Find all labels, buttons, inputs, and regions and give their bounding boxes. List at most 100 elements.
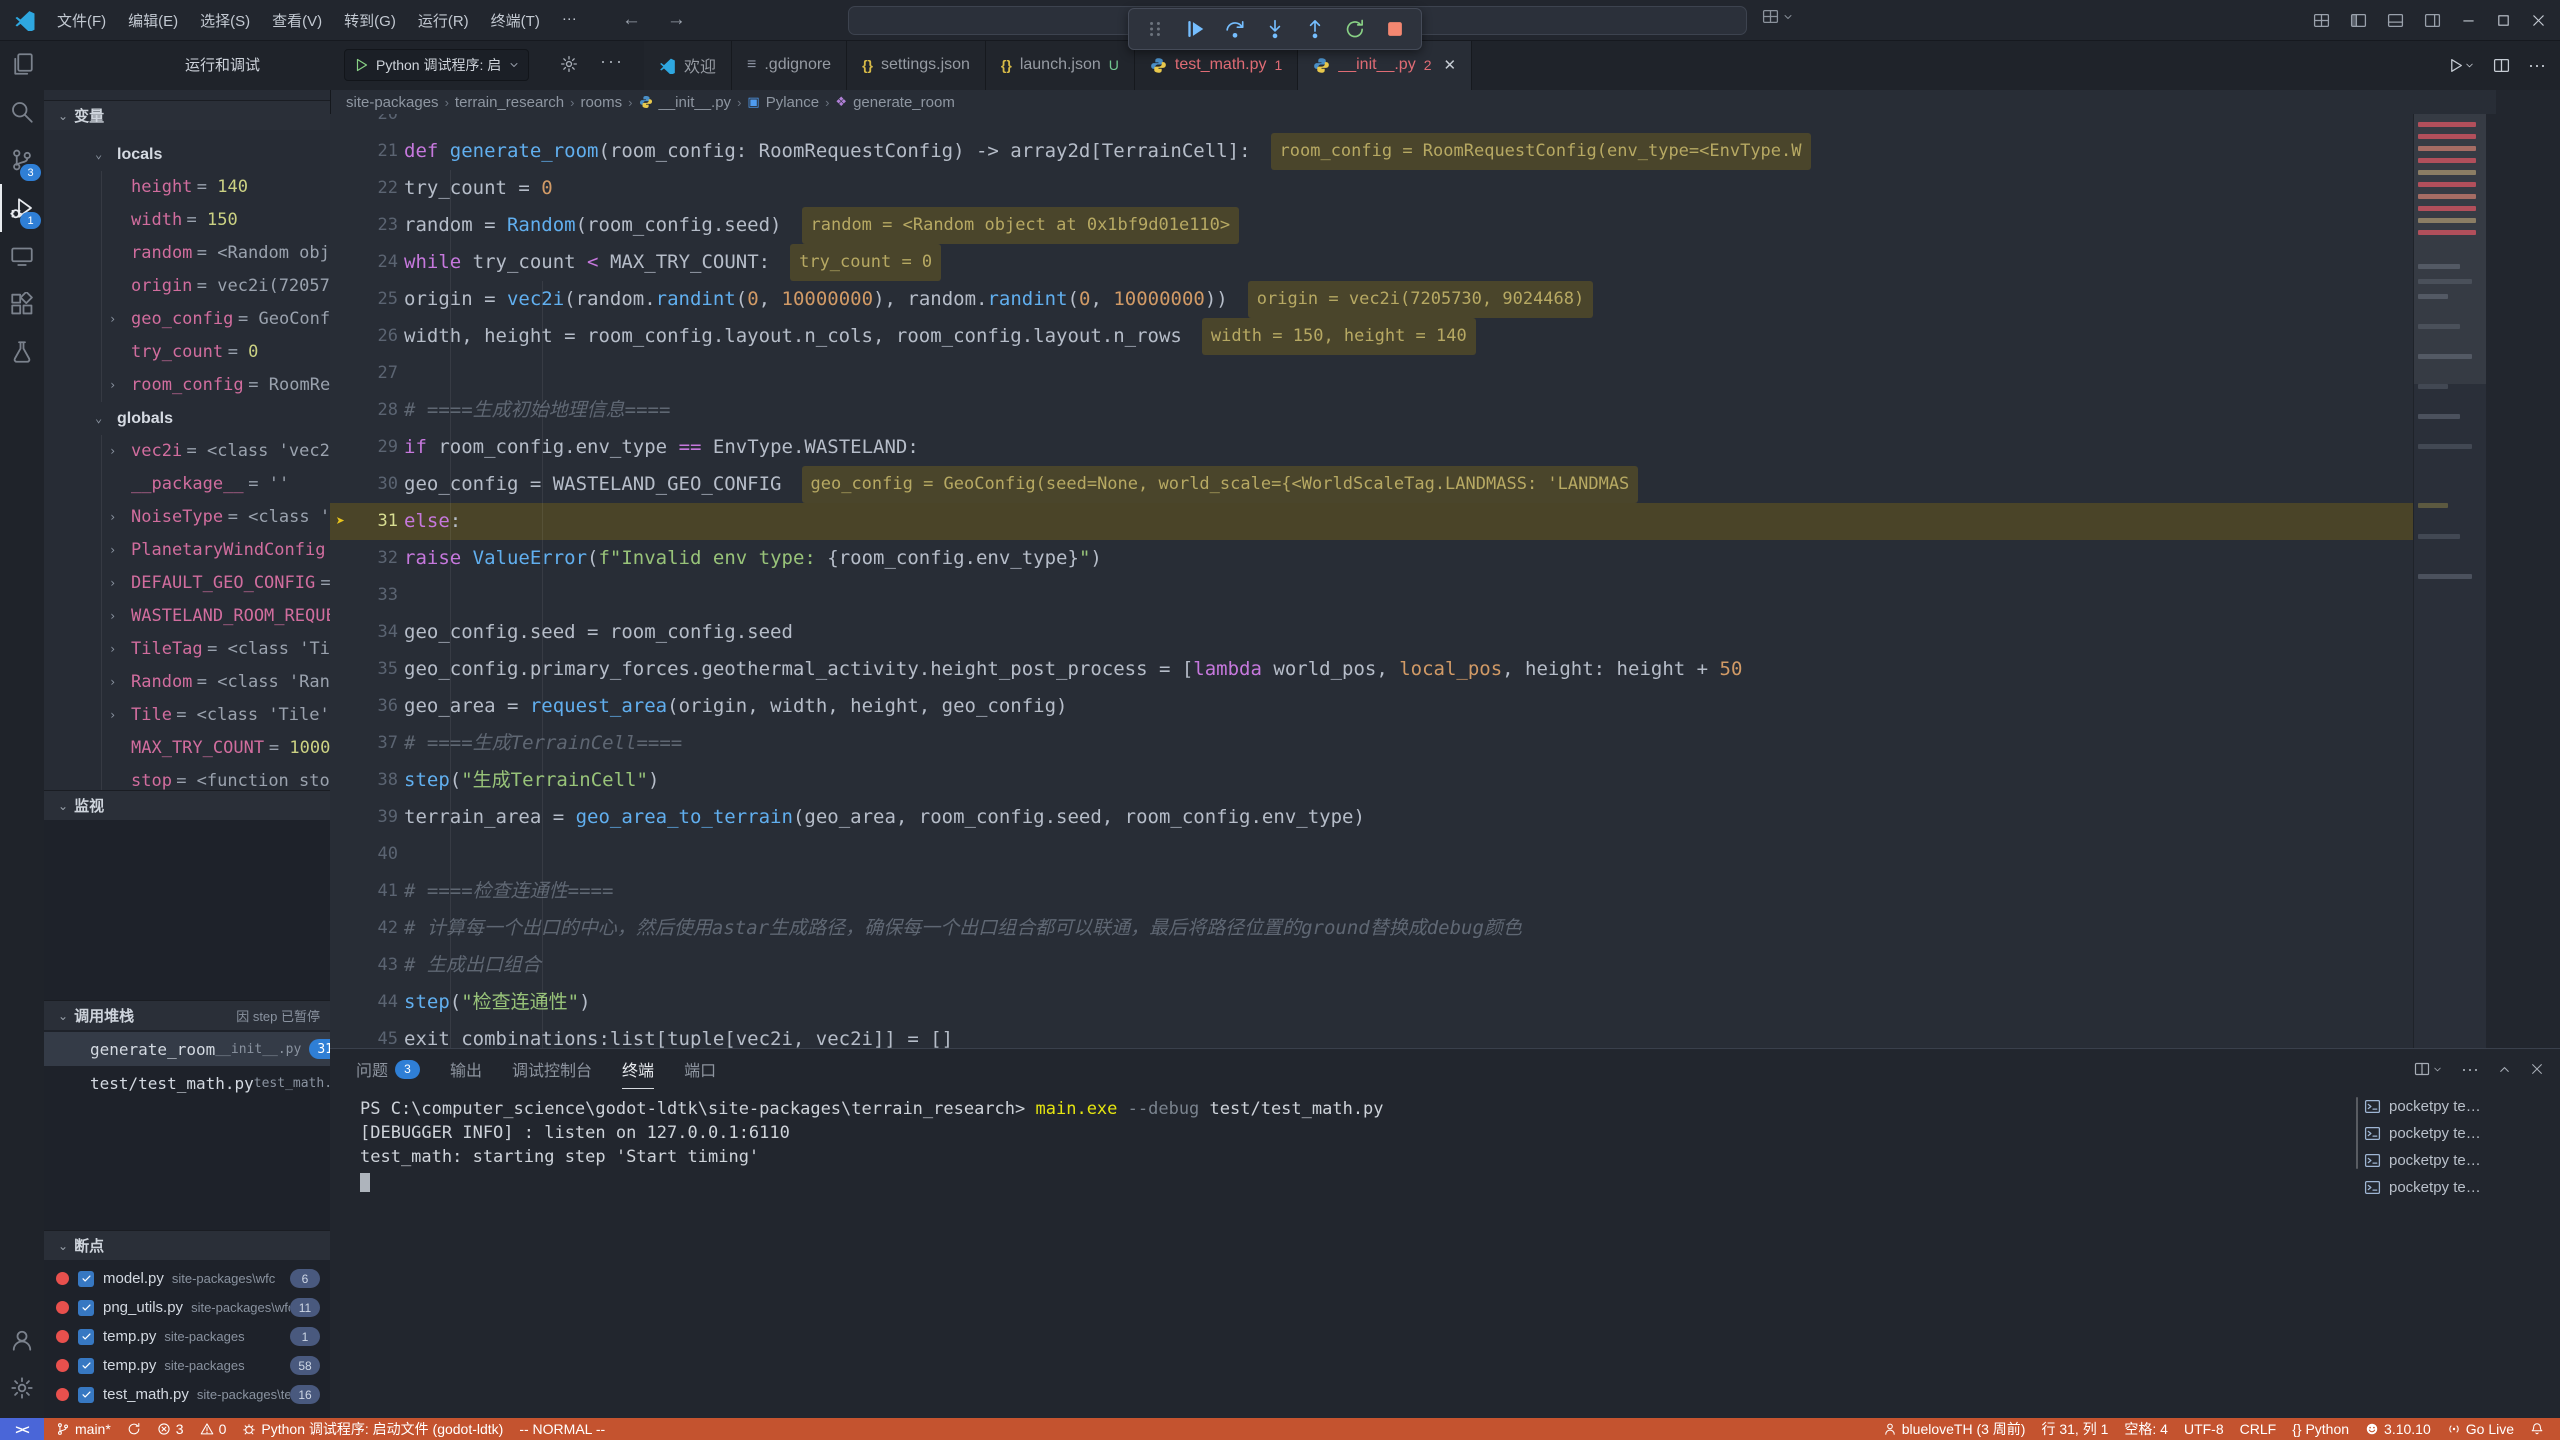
- variable-row[interactable]: MAX_TRY_COUNT = 1000: [101, 732, 331, 765]
- status-git-branch[interactable]: main*: [48, 1421, 119, 1437]
- tab-欢迎[interactable]: 欢迎: [644, 40, 732, 90]
- terminal-instance[interactable]: pocketpy te…: [2364, 1120, 2544, 1147]
- more-actions-icon[interactable]: ···: [600, 51, 624, 72]
- variable-row[interactable]: ›Tile = <class 'Tile'>: [101, 699, 331, 732]
- code-line-25[interactable]: 25 origin = vec2i(random.randint(0, 1000…: [330, 281, 2486, 318]
- menu-item[interactable]: 终端(T): [480, 5, 551, 36]
- code-line-24[interactable]: 24 while try_count < MAX_TRY_COUNT:try_c…: [330, 244, 2486, 281]
- breakpoint-checkbox[interactable]: [78, 1300, 94, 1316]
- start-debug-icon[interactable]: [353, 57, 369, 73]
- code-line-21[interactable]: 21def generate_room(room_config: RoomReq…: [330, 133, 2486, 170]
- close-window-icon[interactable]: [2531, 13, 2546, 28]
- step-into-button[interactable]: [1259, 13, 1291, 45]
- variable-row[interactable]: origin = vec2i(7205730, 9024468): [101, 270, 331, 303]
- status-eol[interactable]: CRLF: [2232, 1421, 2285, 1437]
- maximize-panel-icon[interactable]: [2497, 1062, 2512, 1077]
- toggle-panel-icon[interactable]: [2387, 12, 2404, 29]
- breadcrumb-item[interactable]: rooms: [580, 94, 622, 111]
- status-language-mode[interactable]: {} Python: [2284, 1421, 2357, 1437]
- breadcrumb-item[interactable]: __init__.py: [659, 94, 732, 111]
- breadcrumb-item[interactable]: Pylance: [766, 94, 819, 111]
- back-icon[interactable]: ←: [622, 9, 641, 31]
- code-line-23[interactable]: 23 random = Random(room_config.seed)rand…: [330, 207, 2486, 244]
- status-indentation[interactable]: 空格: 4: [2116, 1419, 2176, 1439]
- activity-settings[interactable]: [0, 1364, 44, 1412]
- menu-item[interactable]: 文件(F): [46, 5, 117, 36]
- breadcrumb-item[interactable]: terrain_research: [455, 94, 564, 111]
- menu-item[interactable]: ···: [551, 5, 588, 36]
- variable-row[interactable]: ›room_config = RoomRequestConfig(env_t…: [101, 369, 331, 402]
- panel-tab-调试控制台[interactable]: 调试控制台: [512, 1049, 592, 1089]
- split-terminal-icon[interactable]: [2414, 1061, 2430, 1077]
- code-line-28[interactable]: 28 # ====生成初始地理信息====: [330, 392, 2486, 429]
- step-out-button[interactable]: [1299, 13, 1331, 45]
- code-line-33[interactable]: 33: [330, 577, 2486, 614]
- breadcrumb-item[interactable]: generate_room: [853, 94, 955, 111]
- code-line-22[interactable]: 22 try_count = 0: [330, 170, 2486, 207]
- menu-item[interactable]: 查看(V): [261, 5, 333, 36]
- status-git-sync[interactable]: [119, 1422, 149, 1436]
- code-line-42[interactable]: 42 # 计算每一个出口的中心，然后使用astar生成路径，确保每一个出口组合都…: [330, 910, 2486, 947]
- minimize-icon[interactable]: [2461, 13, 2476, 28]
- code-line-30[interactable]: 30 geo_config = WASTELAND_GEO_CONFIGgeo_…: [330, 466, 2486, 503]
- customize-layout-icon[interactable]: [2313, 12, 2330, 29]
- code-line-43[interactable]: 43 # 生成出口组合: [330, 947, 2486, 984]
- step-over-button[interactable]: [1219, 13, 1251, 45]
- breakpoint-row[interactable]: model.pysite-packages\wfc6: [44, 1264, 330, 1293]
- variable-row[interactable]: try_count = 0: [101, 336, 331, 369]
- run-python-file-button[interactable]: [2447, 57, 2475, 74]
- breakpoints-section-header[interactable]: ⌄断点: [44, 1230, 330, 1260]
- toggle-secondary-sidebar-icon[interactable]: [2424, 12, 2441, 29]
- activity-accounts[interactable]: [0, 1316, 44, 1364]
- remote-indicator[interactable]: ><: [0, 1418, 44, 1440]
- restart-button[interactable]: [1339, 13, 1371, 45]
- panel-more-actions-icon[interactable]: ···: [2461, 1059, 2479, 1080]
- code-line-31[interactable]: ➤31 else:: [330, 503, 2486, 540]
- stop-button[interactable]: [1379, 13, 1411, 45]
- code-line-34[interactable]: 34 geo_config.seed = room_config.seed: [330, 614, 2486, 651]
- activity-remote-explorer[interactable]: [0, 232, 44, 280]
- status-notifications[interactable]: [2522, 1422, 2552, 1436]
- status-debug-session[interactable]: Python 调试程序: 启动文件 (godot-ldtk): [234, 1419, 511, 1439]
- code-line-26[interactable]: 26 width, height = room_config.layout.n_…: [330, 318, 2486, 355]
- code-editor[interactable]: 2021def generate_room(room_config: RoomR…: [330, 114, 2486, 1048]
- breakpoint-checkbox[interactable]: [78, 1329, 94, 1345]
- breakpoint-row[interactable]: test_math.pysite-packages\terrain_res…16: [44, 1380, 330, 1409]
- maximize-icon[interactable]: [2496, 13, 2511, 28]
- variable-row[interactable]: height = 140: [101, 171, 331, 204]
- status-encoding[interactable]: UTF-8: [2176, 1421, 2232, 1437]
- minimap-slider[interactable]: [2414, 114, 2486, 384]
- debug-settings-gear-icon[interactable]: [560, 55, 578, 73]
- stack-frame[interactable]: test/test_math.pytest_math.py16:1: [44, 1066, 330, 1100]
- breakpoint-checkbox[interactable]: [78, 1271, 94, 1287]
- code-line-39[interactable]: 39 terrain_area = geo_area_to_terrain(ge…: [330, 799, 2486, 836]
- layout-dropdown[interactable]: [1762, 8, 1794, 25]
- menu-item[interactable]: 选择(S): [189, 5, 261, 36]
- activity-source-control[interactable]: 3: [0, 136, 44, 184]
- variable-row[interactable]: ›Random = <class 'Random'>: [101, 666, 331, 699]
- menu-item[interactable]: 运行(R): [407, 5, 480, 36]
- run-file-icon[interactable]: [2447, 57, 2464, 74]
- variable-row[interactable]: ›geo_config = GeoConfig(seed=None, wor…: [101, 303, 331, 336]
- watch-section-header[interactable]: ⌄监视: [44, 790, 330, 820]
- variable-group[interactable]: ⌄locals: [44, 138, 330, 171]
- status-errors[interactable]: 3: [149, 1421, 192, 1437]
- terminal-list-scrollbar[interactable]: [2356, 1097, 2358, 1169]
- code-line-38[interactable]: 38 step("生成TerrainCell"): [330, 762, 2486, 799]
- panel-tab-输出[interactable]: 输出: [450, 1049, 482, 1089]
- toggle-sidebar-icon[interactable]: [2350, 12, 2367, 29]
- variable-row[interactable]: ›WASTELAND_ROOM_REQUEST_CONFIG = RoomR…: [101, 600, 331, 633]
- code-line-35[interactable]: 35 geo_config.primary_forces.geothermal_…: [330, 651, 2486, 688]
- terminal-instance[interactable]: pocketpy te…: [2364, 1093, 2544, 1120]
- start-debug-play-icon[interactable]: [353, 57, 369, 73]
- panel-tab-端口[interactable]: 端口: [684, 1049, 716, 1089]
- code-line-40[interactable]: 40: [330, 836, 2486, 873]
- variable-row[interactable]: ›NoiseType = <class 'NoiseType'>: [101, 501, 331, 534]
- debug-config-dropdown[interactable]: Python 调试程序: 启: [344, 49, 529, 81]
- forward-icon[interactable]: →: [667, 9, 686, 31]
- menu-item[interactable]: 编辑(E): [117, 5, 189, 36]
- terminal-output[interactable]: PS C:\computer_science\godot-ldtk\site-p…: [360, 1097, 1384, 1192]
- code-line-27[interactable]: 27: [330, 355, 2486, 392]
- split-editor-icon[interactable]: [2493, 57, 2510, 74]
- activity-search[interactable]: [0, 88, 44, 136]
